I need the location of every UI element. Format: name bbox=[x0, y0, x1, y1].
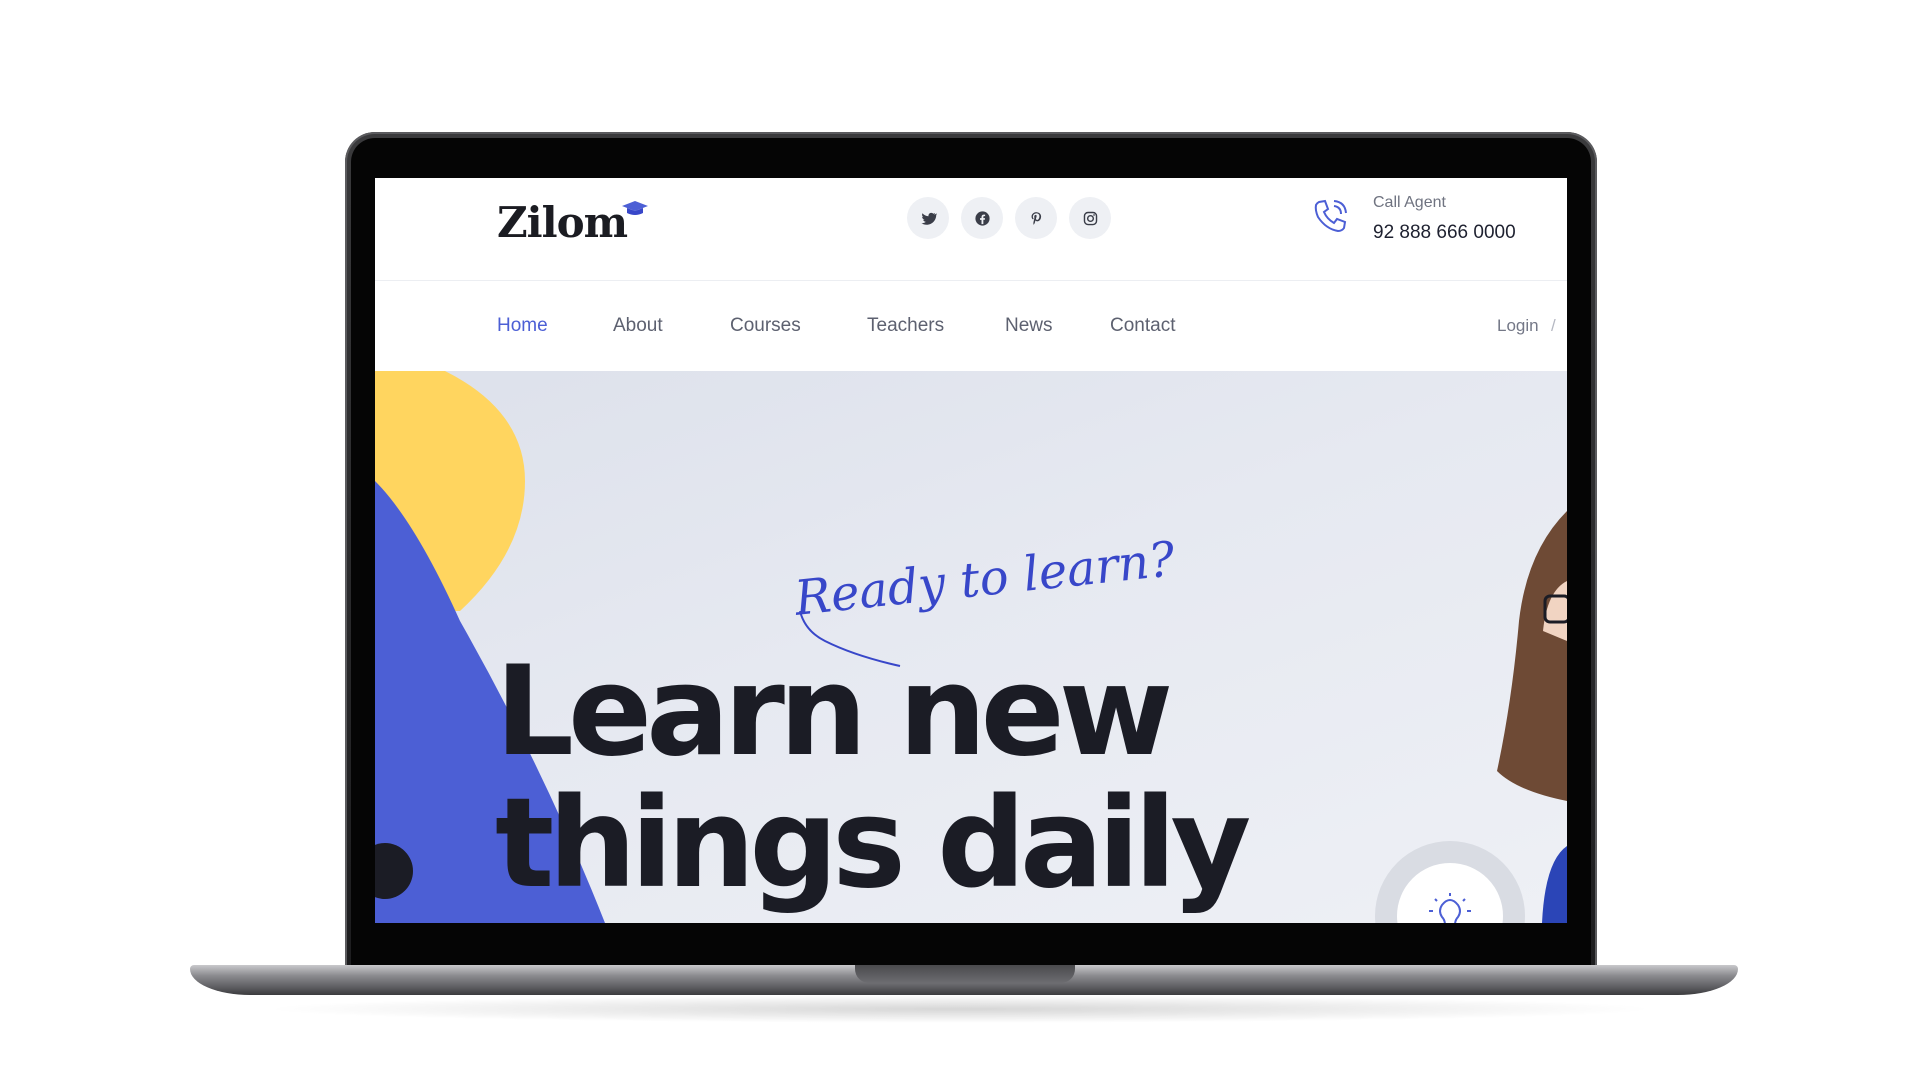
site-header: Zilom Call Agent 92 888 666 0000 bbox=[375, 178, 1567, 281]
login-separator: / bbox=[1551, 316, 1556, 335]
laptop-notch bbox=[855, 965, 1075, 983]
graduation-cap-icon bbox=[622, 201, 648, 215]
nav-item-teachers[interactable]: Teachers bbox=[867, 315, 944, 337]
lightbulb-icon bbox=[1429, 893, 1471, 923]
website-screen: Zilom Call Agent 92 888 666 0000 Home Ab… bbox=[375, 178, 1567, 923]
nav-item-contact[interactable]: Contact bbox=[1110, 315, 1175, 337]
login-link[interactable]: Login bbox=[1497, 316, 1539, 336]
hero-headline-line1: Learn new bbox=[495, 640, 1173, 784]
facebook-link[interactable] bbox=[961, 197, 1003, 239]
main-nav: Home About Courses Teachers News Contact… bbox=[375, 281, 1567, 371]
site-logo[interactable]: Zilom bbox=[497, 198, 628, 247]
instagram-link[interactable] bbox=[1069, 197, 1111, 239]
nav-item-home[interactable]: Home bbox=[497, 315, 548, 337]
hero-section: Ready to learn? Learn new things daily bbox=[375, 371, 1567, 923]
hero-headline: Learn new things daily bbox=[495, 640, 1251, 916]
nav-item-news[interactable]: News bbox=[1005, 315, 1053, 337]
nav-item-courses[interactable]: Courses bbox=[730, 315, 801, 337]
call-agent-label: Call Agent bbox=[1373, 194, 1446, 211]
twitter-icon bbox=[920, 212, 937, 225]
hero-headline-line2: things daily bbox=[495, 772, 1251, 916]
facebook-icon bbox=[974, 210, 990, 226]
twitter-link[interactable] bbox=[907, 197, 949, 239]
nav-item-about[interactable]: About bbox=[613, 315, 663, 337]
laptop-shadow bbox=[260, 995, 1660, 1023]
device-mockup: Zilom Call Agent 92 888 666 0000 Home Ab… bbox=[0, 0, 1920, 1080]
instagram-icon bbox=[1083, 211, 1097, 225]
phone-icon bbox=[1314, 199, 1347, 233]
pinterest-icon bbox=[1031, 211, 1041, 225]
call-agent-number[interactable]: 92 888 666 0000 bbox=[1373, 222, 1516, 244]
pinterest-link[interactable] bbox=[1015, 197, 1057, 239]
